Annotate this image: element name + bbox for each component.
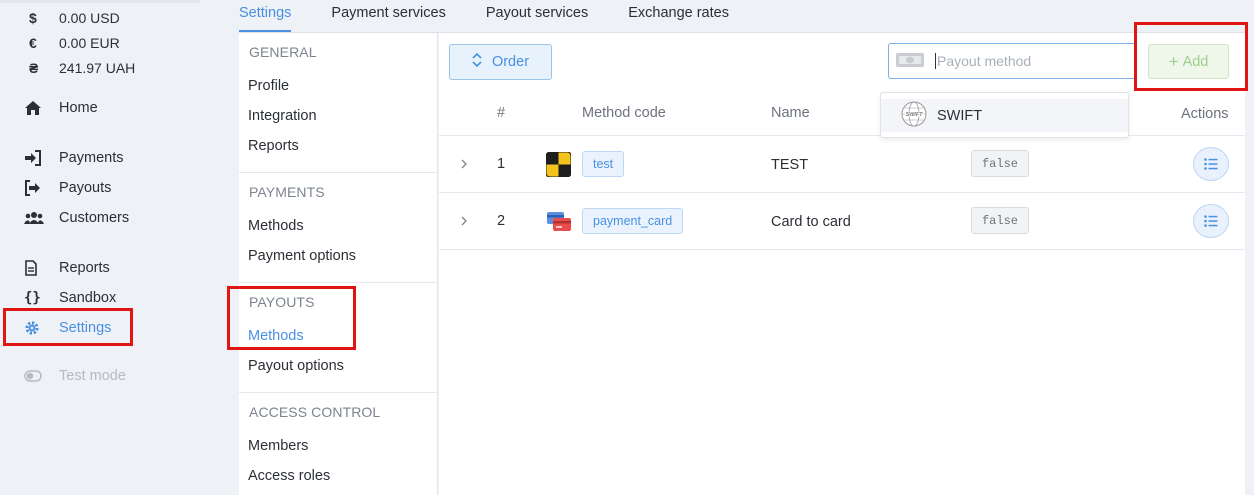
- chevron-right-icon[interactable]: [459, 159, 469, 169]
- list-icon: [1204, 215, 1218, 227]
- balance-eur-amount: 0.00 EUR: [59, 35, 120, 51]
- gear-icon: [24, 320, 59, 336]
- submenu-divider: [239, 282, 438, 283]
- submenu-item-payment-options[interactable]: Payment options: [248, 248, 356, 264]
- sidebar-item-label: Home: [59, 100, 98, 116]
- submenu-heading-payouts: PAYOUTS: [249, 294, 315, 310]
- sidebar-top-edge: [0, 0, 200, 3]
- tab-settings[interactable]: Settings: [239, 0, 292, 32]
- submenu-item-access-roles[interactable]: Access roles: [248, 468, 330, 484]
- balance-uah: ₴ 241.97 UAH: [26, 58, 135, 78]
- money-icon: [895, 51, 925, 72]
- users-icon: [24, 211, 59, 225]
- submenu-item-payout-options[interactable]: Payout options: [248, 358, 344, 374]
- hryvnia-icon: ₴: [29, 60, 39, 76]
- list-icon: [1204, 158, 1218, 170]
- swift-icon: SWIFT: [901, 101, 927, 131]
- tab-exchange-rates[interactable]: Exchange rates: [628, 0, 729, 32]
- plus-icon: +: [1168, 52, 1179, 71]
- method-name: TEST: [771, 157, 809, 173]
- flag-tag: false: [971, 150, 1029, 177]
- dropdown-option-label: SWIFT: [937, 107, 983, 124]
- sidebar: $ 0.00 USD € 0.00 EUR ₴ 241.97 UAH Home …: [0, 0, 205, 495]
- submenu-divider: [239, 392, 438, 393]
- balance-uah-amount: 241.97 UAH: [59, 60, 136, 76]
- settings-submenu: GENERAL Profile Integration Reports PAYM…: [239, 33, 438, 495]
- sidebar-item-reports[interactable]: Reports: [24, 257, 110, 279]
- payout-method-dropdown: SWIFT SWIFT: [880, 92, 1129, 138]
- submenu-item-reports[interactable]: Reports: [248, 138, 299, 154]
- sort-icon: [472, 52, 482, 71]
- sidebar-item-label: Payouts: [59, 180, 112, 196]
- row-actions-button[interactable]: [1193, 204, 1229, 238]
- sidebar-item-label: Reports: [59, 260, 110, 276]
- row-divider: [439, 192, 1245, 193]
- add-button[interactable]: + Add: [1148, 44, 1229, 79]
- submenu-item-payout-methods[interactable]: Methods: [248, 328, 304, 344]
- text-caret: [935, 53, 936, 69]
- submenu-item-members[interactable]: Members: [248, 438, 308, 454]
- sign-out-icon: [24, 180, 59, 196]
- home-icon: [24, 100, 59, 116]
- row-actions-button[interactable]: [1193, 147, 1229, 181]
- euro-icon: €: [29, 35, 37, 51]
- method-code-tag: payment_card: [582, 208, 684, 234]
- submenu-item-integration[interactable]: Integration: [248, 108, 317, 124]
- sidebar-item-customers[interactable]: Customers: [24, 207, 129, 229]
- document-icon: [24, 260, 59, 276]
- order-button[interactable]: Order: [449, 44, 552, 80]
- submenu-heading-payments: PAYMENTS: [249, 184, 325, 200]
- toggle-icon: [24, 370, 59, 382]
- submenu-divider: [239, 172, 438, 173]
- column-header-method-code: Method code: [582, 105, 666, 121]
- flag-tag: false: [971, 207, 1029, 234]
- test-mode-label: Test mode: [59, 368, 126, 384]
- method-code-tag: test: [582, 151, 625, 177]
- sidebar-item-payouts[interactable]: Payouts: [24, 177, 111, 199]
- column-header-index: #: [497, 105, 506, 121]
- payout-method-search[interactable]: [888, 43, 1136, 79]
- sign-in-icon: [24, 150, 59, 166]
- row-divider: [439, 249, 1245, 250]
- sidebar-item-sandbox[interactable]: {} Sandbox: [24, 287, 116, 309]
- row-index: 2: [497, 213, 506, 229]
- test-mode-toggle[interactable]: Test mode: [24, 365, 126, 387]
- column-header-name: Name: [771, 105, 810, 121]
- submenu-item-profile[interactable]: Profile: [248, 78, 289, 94]
- sidebar-item-label: Payments: [59, 150, 124, 166]
- test-method-icon: [545, 151, 572, 180]
- sidebar-item-payments[interactable]: Payments: [24, 147, 123, 169]
- balance-usd-amount: 0.00 USD: [59, 10, 120, 26]
- dropdown-option-swift[interactable]: SWIFT SWIFT: [881, 99, 1128, 132]
- sidebar-item-label: Sandbox: [59, 290, 117, 306]
- top-tabs: Settings Payment services Payout service…: [239, 0, 769, 33]
- svg-text:SWIFT: SWIFT: [905, 112, 923, 118]
- sidebar-item-home[interactable]: Home: [24, 97, 98, 119]
- order-button-label: Order: [491, 54, 530, 70]
- sidebar-item-label: Customers: [59, 210, 130, 226]
- submenu-heading-access-control: ACCESS CONTROL: [249, 404, 381, 420]
- submenu-heading-general: GENERAL: [249, 44, 317, 60]
- sidebar-item-label: Settings: [59, 320, 112, 336]
- method-name: Card to card: [771, 214, 851, 230]
- balance-usd: $ 0.00 USD: [26, 8, 120, 28]
- tab-payment-services[interactable]: Payment services: [331, 0, 445, 32]
- chevron-right-icon[interactable]: [459, 216, 469, 226]
- dollar-icon: $: [29, 10, 37, 26]
- payout-method-input[interactable]: [937, 53, 1127, 69]
- column-header-actions: Actions: [1181, 106, 1229, 122]
- sidebar-item-settings[interactable]: Settings: [24, 317, 111, 339]
- tab-payout-services[interactable]: Payout services: [486, 0, 588, 32]
- braces-icon: {}: [24, 290, 41, 306]
- add-button-label: Add: [1182, 53, 1209, 70]
- row-index: 1: [497, 156, 506, 172]
- balance-eur: € 0.00 EUR: [26, 33, 120, 53]
- submenu-item-payment-methods[interactable]: Methods: [248, 218, 304, 234]
- cards-icon: [546, 209, 572, 236]
